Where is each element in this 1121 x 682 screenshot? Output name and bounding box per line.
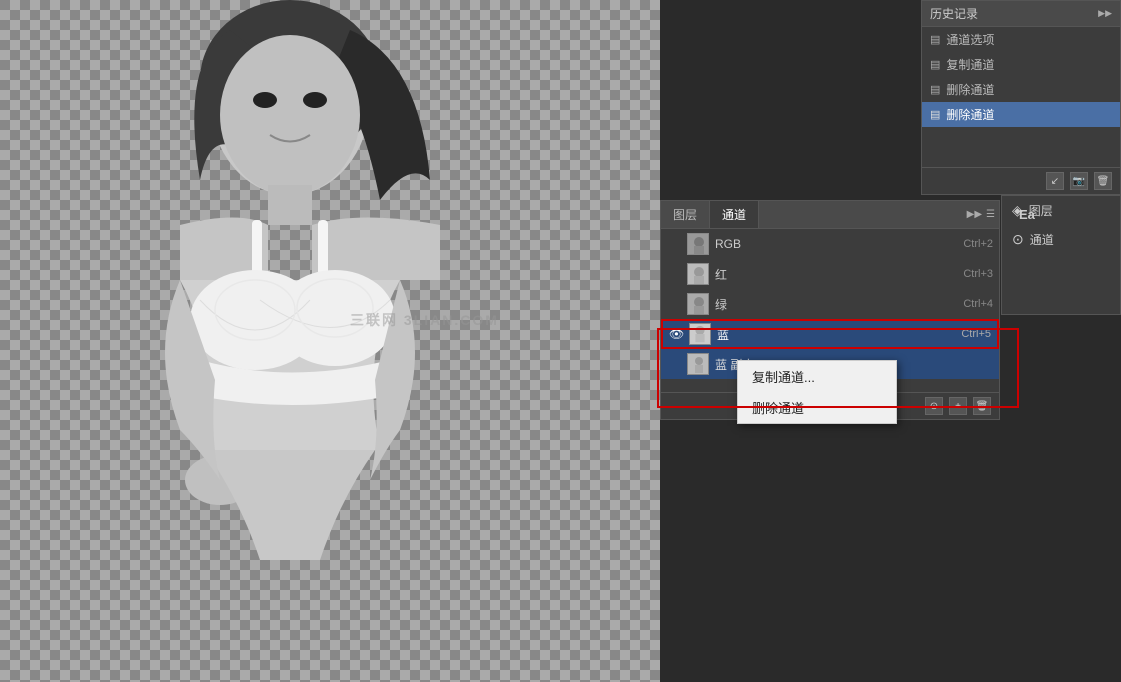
woman-figure (0, 0, 660, 682)
eye-icon-blue[interactable]: 👁 (669, 327, 683, 341)
history-icon-1: ▤ (930, 58, 940, 71)
history-icon-0: ▤ (930, 33, 940, 46)
context-menu-item-delete[interactable]: 删除通道 (738, 392, 896, 423)
mini-panel-channels-label: 通道 (1030, 231, 1054, 248)
channel-new-btn[interactable]: + (949, 397, 967, 415)
channel-name-red: 红 (715, 266, 957, 283)
channel-thumb-blue-copy (687, 353, 709, 375)
channel-thumb-blue (689, 323, 711, 345)
channel-thumb-green (687, 293, 709, 315)
history-label-1: 复制通道 (946, 56, 994, 73)
channel-shortcut-blue: Ctrl+5 (961, 328, 991, 340)
channel-row-blue[interactable]: 👁 蓝 Ctrl+5 (661, 319, 999, 349)
history-panel-header: 历史记录 ▶▶ (922, 1, 1120, 27)
panel-expand-icon[interactable]: ▶▶ (967, 209, 982, 220)
history-icon-2: ▤ (930, 83, 940, 96)
context-menu-item-copy[interactable]: 复制通道... (738, 361, 896, 392)
channel-row-green[interactable]: 绿 Ctrl+4 (661, 289, 999, 319)
history-label-2: 删除通道 (946, 81, 994, 98)
history-item-2[interactable]: ▤ 删除通道 (922, 77, 1120, 102)
history-label-3: 删除通道 (946, 106, 994, 123)
panel-tabs: 图层 通道 ▶▶ ☰ (661, 201, 999, 229)
history-item-1[interactable]: ▤ 复制通道 (922, 52, 1120, 77)
history-icon-3: ▤ (930, 108, 940, 121)
tab-channels[interactable]: 通道 (710, 201, 759, 228)
history-camera-btn[interactable]: 📷 (1070, 172, 1088, 190)
history-item-0[interactable]: ▤ 通道选项 (922, 27, 1120, 52)
history-item-3[interactable]: ▤ 删除通道 (922, 102, 1120, 127)
channel-delete-btn[interactable]: 🗑 (973, 397, 991, 415)
channel-mask-btn[interactable]: ⊙ (925, 397, 943, 415)
panel-menu-icon[interactable]: ☰ (986, 209, 995, 220)
channel-thumb-rgb (687, 233, 709, 255)
channel-name-blue: 蓝 (717, 326, 955, 343)
history-panel: 历史记录 ▶▶ ▤ 通道选项 ▤ 复制通道 ▤ 删除通道 ▤ 删除通道 ↙ 📷 … (921, 0, 1121, 195)
context-menu: 复制通道... 删除通道 (737, 360, 897, 424)
ea-text: Ea (1019, 207, 1035, 222)
channel-shortcut-green: Ctrl+4 (963, 298, 993, 310)
history-expand-icon[interactable]: ▶▶ (1098, 8, 1112, 19)
channel-row-rgb[interactable]: RGB Ctrl+2 (661, 229, 999, 259)
channel-name-rgb: RGB (715, 237, 957, 251)
channels-icon: ⊙ (1012, 231, 1024, 248)
history-footer: ↙ 📷 🗑 (922, 167, 1120, 194)
channel-thumb-red (687, 263, 709, 285)
canvas-area: 三联网 3LIAN.COM (0, 0, 660, 682)
history-delete-btn[interactable]: 🗑 (1094, 172, 1112, 190)
channel-row-red[interactable]: 红 Ctrl+3 (661, 259, 999, 289)
channel-name-green: 绿 (715, 296, 957, 313)
channel-shortcut-rgb: Ctrl+2 (963, 238, 993, 250)
history-new-snapshot-btn[interactable]: ↙ (1046, 172, 1064, 190)
panel-tab-icons: ▶▶ ☰ (967, 201, 999, 228)
channel-shortcut-red: Ctrl+3 (963, 268, 993, 280)
history-panel-title: 历史记录 (930, 5, 978, 22)
mini-panel-channels[interactable]: ⊙ 通道 (1002, 225, 1120, 254)
tab-layers[interactable]: 图层 (661, 201, 710, 228)
history-label-0: 通道选项 (946, 31, 994, 48)
